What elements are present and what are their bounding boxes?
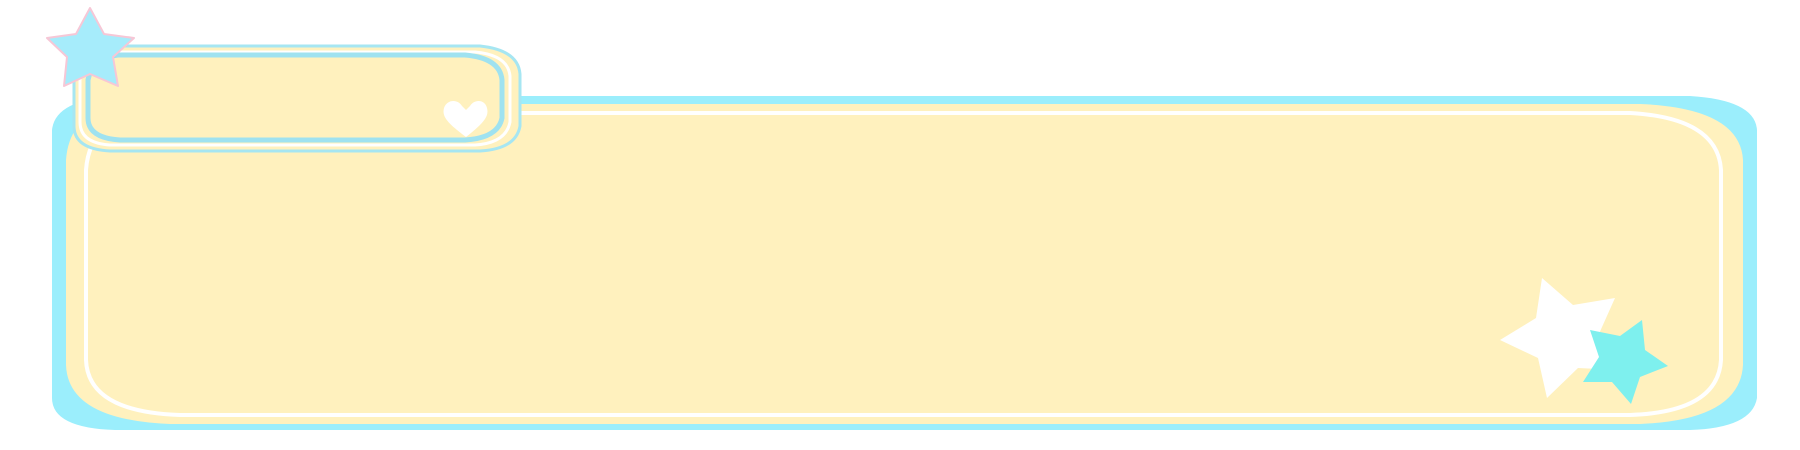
decorative-banner-frame bbox=[46, 7, 1757, 430]
title-tab bbox=[72, 44, 522, 153]
title-tab-inner bbox=[85, 52, 505, 143]
